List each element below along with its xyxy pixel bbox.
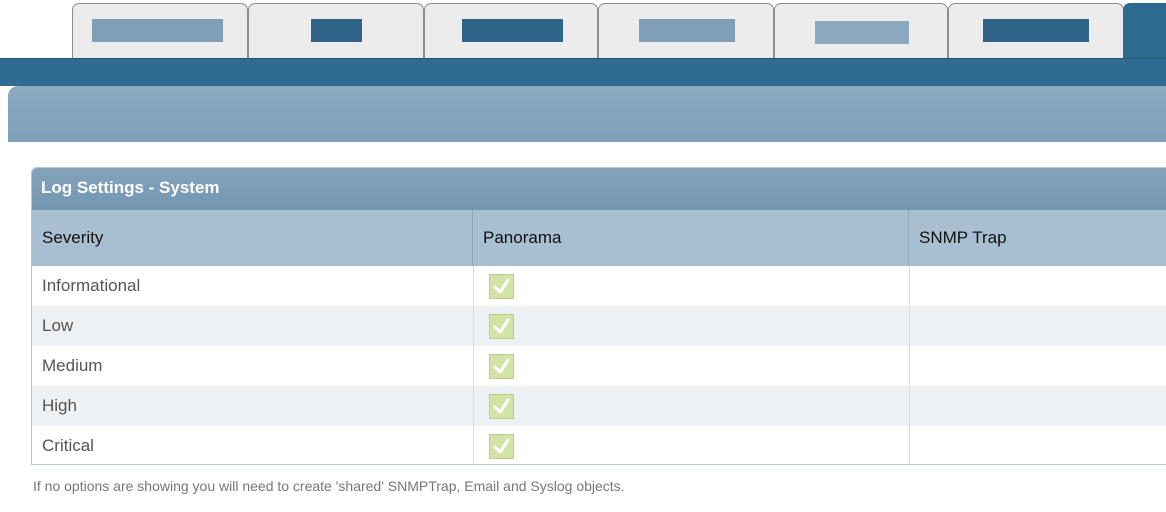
snmp-trap-cell [909, 386, 1166, 426]
tab-active[interactable] [1123, 3, 1166, 63]
snmp-trap-cell [909, 266, 1166, 306]
table-row[interactable]: High [32, 386, 1166, 426]
tab-6[interactable] [948, 3, 1124, 58]
checkmark-icon[interactable] [489, 274, 514, 299]
checkmark-icon[interactable] [489, 314, 514, 339]
severity-cell: Critical [42, 436, 94, 455]
checkmark-icon[interactable] [489, 394, 514, 419]
panorama-cell [473, 386, 909, 426]
tab-5-redacted-label [815, 21, 909, 44]
nav-band [0, 58, 1166, 86]
panorama-cell [473, 346, 909, 386]
tab-6-redacted-label [983, 19, 1089, 42]
snmp-trap-cell [909, 346, 1166, 386]
panorama-cell [473, 306, 909, 346]
tab-3-redacted-label [462, 19, 563, 42]
table-row[interactable]: Critical [32, 426, 1166, 464]
tab-bar [0, 0, 1166, 63]
tab-2-redacted-label [311, 19, 362, 42]
checkmark-icon[interactable] [489, 434, 514, 459]
log-settings-page: Log Settings - System Severity Panorama … [0, 0, 1166, 512]
tab-1-redacted-label [92, 19, 223, 42]
column-header-severity[interactable]: Severity [32, 210, 473, 266]
tab-2[interactable] [248, 3, 424, 58]
tab-4-redacted-label [639, 19, 735, 42]
column-header-panorama[interactable]: Panorama [473, 210, 909, 266]
panorama-cell [473, 266, 909, 306]
panel-title: Log Settings - System [32, 168, 1166, 210]
column-header-snmp-trap[interactable]: SNMP Trap [909, 210, 1166, 266]
panorama-cell [473, 426, 909, 464]
tab-4[interactable] [598, 3, 774, 58]
section-header [8, 86, 1166, 142]
severity-cell: Informational [42, 276, 141, 295]
help-note: If no options are showing you will need … [33, 478, 625, 494]
table-row[interactable]: Informational [32, 266, 1166, 306]
checkmark-icon[interactable] [489, 354, 514, 379]
tab-1[interactable] [72, 3, 248, 58]
tab-3[interactable] [424, 3, 598, 58]
snmp-trap-cell [909, 306, 1166, 346]
snmp-trap-cell [909, 426, 1166, 464]
severity-cell: High [42, 396, 77, 415]
table-row[interactable]: Low [32, 306, 1166, 346]
tab-5[interactable] [774, 3, 948, 58]
table-row[interactable]: Medium [32, 346, 1166, 386]
log-settings-panel: Log Settings - System Severity Panorama … [31, 167, 1166, 465]
severity-cell: Low [42, 316, 74, 335]
severity-cell: Medium [42, 356, 103, 375]
